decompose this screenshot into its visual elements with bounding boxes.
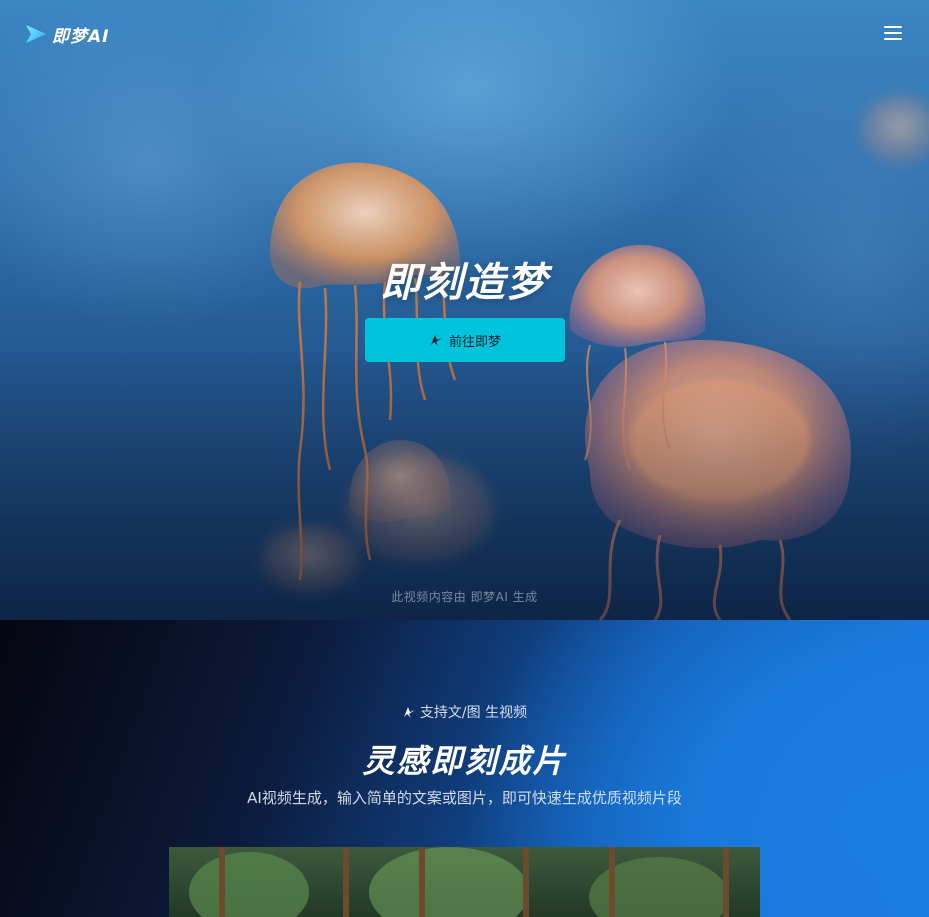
logo-text: 即梦AI: [52, 26, 110, 47]
feature-tag: 支持文/图 生视频: [0, 702, 929, 722]
hero-section: 即刻造梦 前往即梦 此视频内容由 即梦AI 生成: [0, 0, 929, 620]
hamburger-menu-button[interactable]: [882, 24, 904, 42]
feature-title: 灵感即刻成片: [362, 742, 567, 780]
jimeng-logo-icon: [430, 335, 442, 346]
video-caption: 此视频内容由 即梦AI 生成: [391, 590, 538, 604]
jimeng-logo[interactable]: 即梦AI: [24, 22, 110, 47]
go-to-jimeng-button[interactable]: 前往即梦: [365, 318, 565, 362]
feature-subtitle: AI视频生成，输入简单的文案或图片，即可快速生成优质视频片段: [247, 789, 682, 807]
jimeng-logo-icon: [26, 25, 46, 43]
window-frame: [609, 847, 729, 917]
hero-title: 即刻造梦: [380, 260, 549, 306]
feature-section: 支持文/图 生视频 灵感即刻成片 AI视频生成，输入简单的文案或图片，即可快速生…: [0, 620, 929, 917]
video-preview-thumbnail[interactable]: [169, 847, 760, 917]
window-frame: [219, 847, 349, 917]
hero-shade-overlay: [0, 0, 929, 620]
window-frame: [419, 847, 529, 917]
feature-tag-label: 支持文/图 生视频: [419, 705, 528, 721]
jimeng-logo-icon: [403, 707, 415, 718]
cta-label: 前往即梦: [448, 334, 501, 350]
hamburger-menu-icon: [884, 26, 902, 28]
